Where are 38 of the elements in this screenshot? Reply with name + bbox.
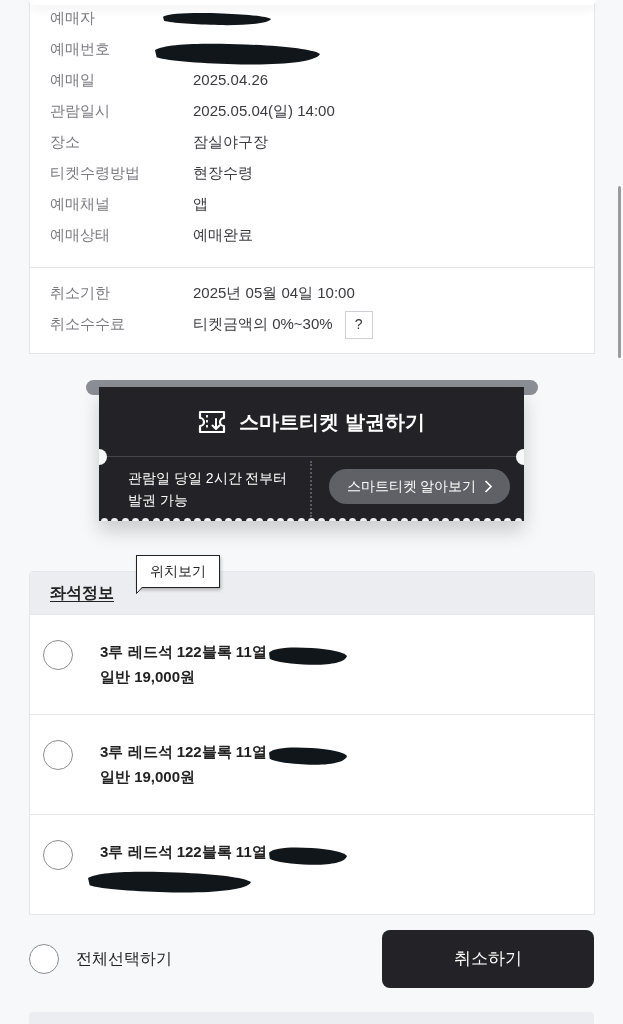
- seat-price: 일반 19,000원: [100, 767, 196, 788]
- field-label: 예매자: [50, 8, 95, 29]
- cancel-button[interactable]: 취소하기: [382, 930, 594, 988]
- field-label: 예매채널: [50, 194, 110, 215]
- help-button[interactable]: ?: [344, 310, 373, 339]
- issue-note: 관람일 당일 2시간 전부터 발권 가능: [128, 469, 289, 510]
- seat-radio[interactable]: [43, 840, 73, 870]
- field-value: 예매완료: [193, 225, 253, 246]
- select-all-label: 전체선택하기: [76, 949, 172, 969]
- field-label: 티켓수령방법: [50, 163, 140, 184]
- learn-more-button[interactable]: 스마트티켓 알아보기: [329, 469, 510, 504]
- field-value: 2025.04.26: [193, 70, 269, 91]
- field-label: 관람일시: [50, 101, 110, 122]
- field-label: 예매상태: [50, 225, 110, 246]
- seat-name: 3루 레드석 122블록 11열: [100, 642, 267, 663]
- seat-radio[interactable]: [43, 640, 73, 670]
- field-label: 장소: [50, 132, 80, 153]
- field-value: 현장수령: [193, 163, 253, 184]
- ticket-title: 스마트티켓 발권하기: [239, 409, 425, 435]
- field-value: 잠실야구장: [193, 132, 268, 153]
- field-value: 앱: [193, 194, 208, 215]
- seat-name: 3루 레드석 122블록 11열: [100, 742, 267, 763]
- field-label: 예매일: [50, 70, 95, 91]
- seat-price: 일반 19,000원: [100, 667, 196, 688]
- field-value: 티켓금액의 0%~30%: [193, 314, 333, 335]
- field-label: 예매번호: [50, 39, 110, 60]
- chevron-right-icon: [484, 480, 493, 493]
- ticket-download-icon: [198, 409, 227, 434]
- field-value: 2025년 05월 04일 10:00: [193, 283, 355, 304]
- field-value: 2025.05.04(일) 14:00: [193, 101, 335, 122]
- location-tooltip[interactable]: 위치보기: [136, 555, 220, 588]
- field-label: 취소기한: [50, 283, 110, 304]
- tooltip-pointer-icon: [136, 587, 143, 594]
- section-title: 좌석정보: [50, 583, 114, 603]
- seat-name: 3루 레드석 122블록 11열: [100, 842, 267, 863]
- field-label: 취소수수료: [50, 314, 125, 335]
- select-all-radio[interactable]: [29, 944, 59, 974]
- seat-radio[interactable]: [43, 740, 73, 770]
